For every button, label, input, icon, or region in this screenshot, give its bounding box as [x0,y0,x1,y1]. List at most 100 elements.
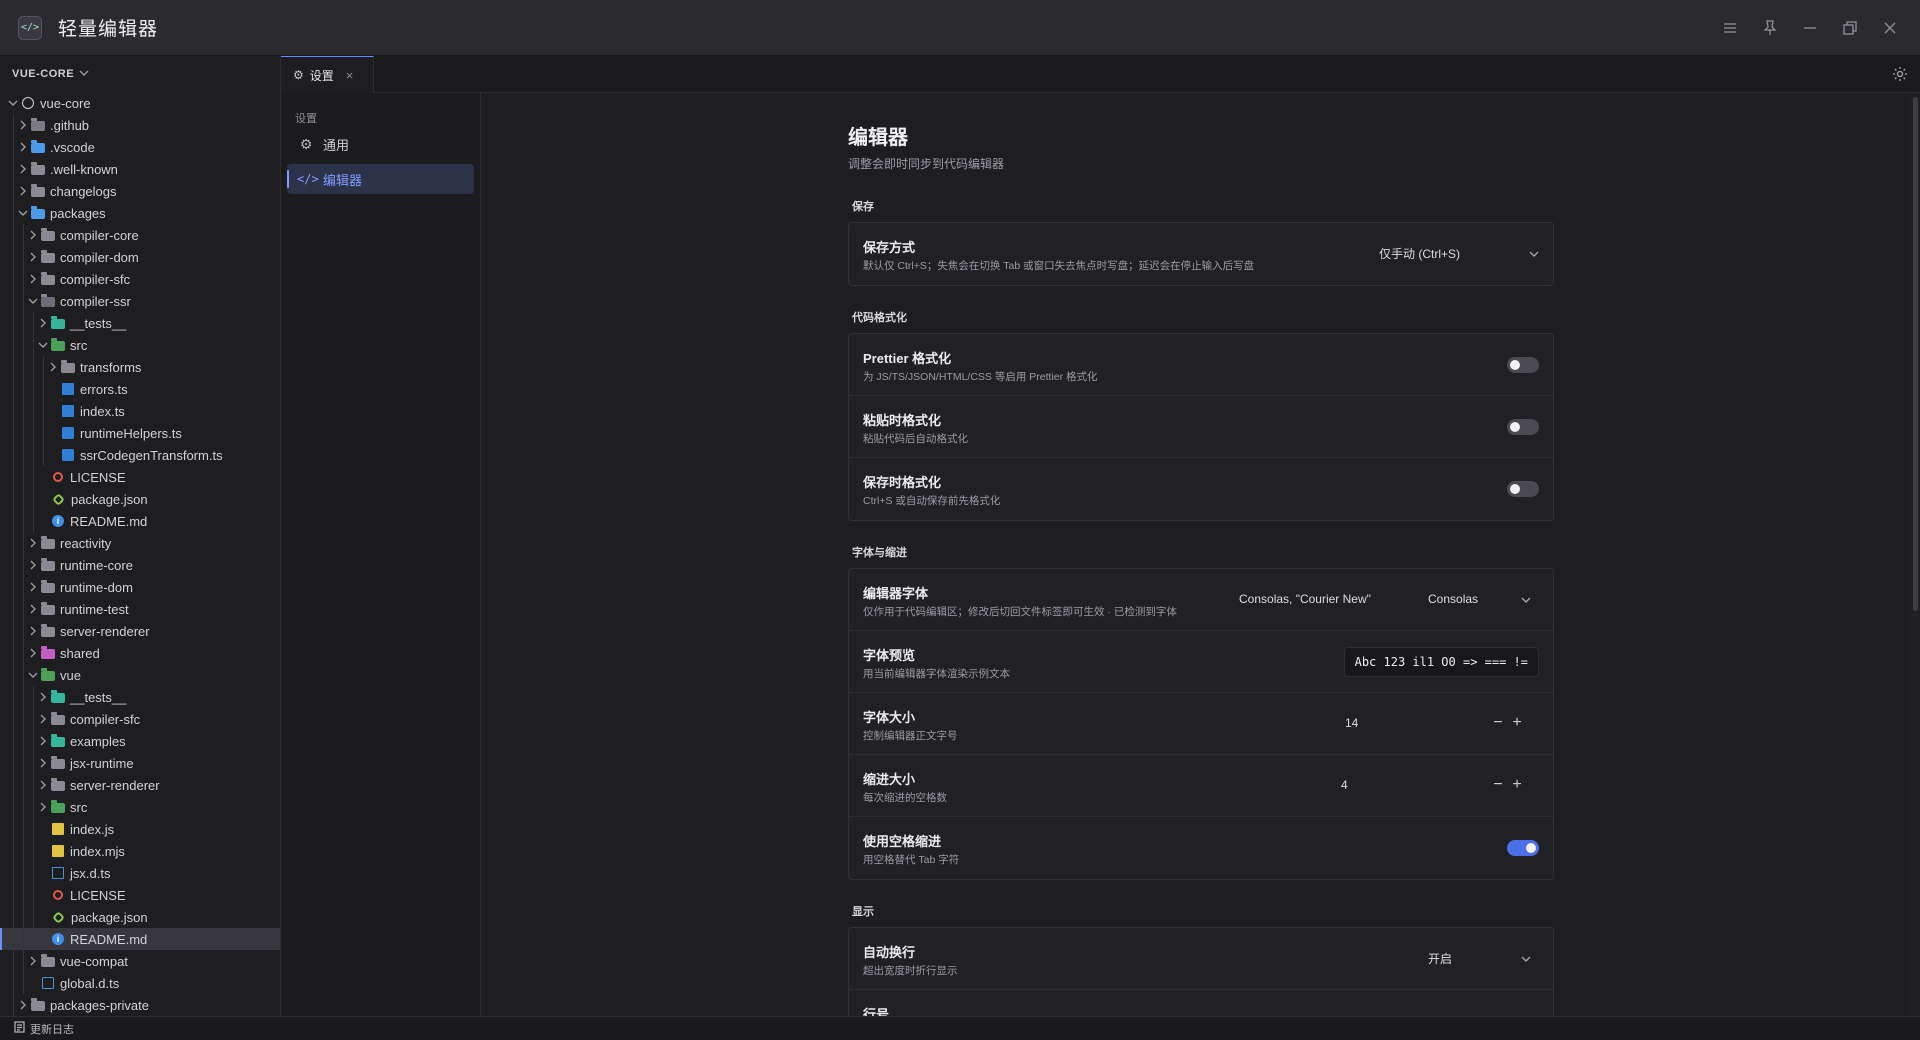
menu-icon[interactable] [1710,10,1750,46]
chevron-right-icon[interactable] [17,999,29,1011]
chevron-right-icon[interactable] [17,119,29,131]
tree-folder[interactable]: runtime-dom [0,576,280,598]
changelog-link[interactable]: 更新日志 [30,1021,74,1037]
tree-folder[interactable]: compiler-ssr [0,290,280,312]
chevron-right-icon[interactable] [17,163,29,175]
tree-folder[interactable]: vue [0,664,280,686]
chevron-right-icon[interactable] [27,251,39,263]
chevron-right-icon[interactable] [37,757,49,769]
chevron-down-icon[interactable] [27,295,39,307]
tree-folder[interactable]: changelogs [0,180,280,202]
tree-file[interactable]: jsx.d.ts [0,862,280,884]
chevron-right-icon[interactable] [47,361,59,373]
chevron-right-icon[interactable] [37,735,49,747]
tree-folder[interactable]: reactivity [0,532,280,554]
tree-folder[interactable]: server-renderer [0,774,280,796]
tree-file[interactable]: LICENSE [0,466,280,488]
tree-folder[interactable]: __tests__ [0,686,280,708]
tree-folder[interactable]: runtime-test [0,598,280,620]
font-preset-select[interactable]: Consolas [1428,584,1541,614]
font-size-decrement-button[interactable]: − [1489,713,1507,733]
save-mode-select[interactable]: 仅手动 (Ctrl+S) [1379,238,1549,268]
tree-file[interactable]: global.d.ts [0,972,280,994]
restore-icon[interactable] [1830,10,1870,46]
tree-folder[interactable]: .well-known [0,158,280,180]
indent-size-increment-button[interactable]: + [1508,775,1526,795]
tree-file[interactable]: errors.ts [0,378,280,400]
close-icon[interactable]: × [346,68,354,83]
scrollbar-thumb[interactable] [1913,97,1918,611]
chevron-right-icon[interactable] [27,647,39,659]
tree-file[interactable]: i README.md [0,928,280,950]
prettier-toggle[interactable] [1507,357,1539,373]
chevron-right-icon[interactable] [27,559,39,571]
tree-file[interactable]: ssrCodegenTransform.ts [0,444,280,466]
tree-file[interactable]: index.js [0,818,280,840]
chevron-right-icon[interactable] [37,691,49,703]
tree-folder[interactable]: packages [0,202,280,224]
tab-settings[interactable]: ⚙ 设置 × [281,56,374,93]
tree-folder[interactable]: vue-core [0,92,280,114]
tree-file[interactable]: index.ts [0,400,280,422]
font-size-increment-button[interactable]: + [1508,713,1526,733]
chevron-down-icon[interactable] [17,207,29,219]
explorer-header[interactable]: VUE-CORE [0,56,280,92]
tree-folder[interactable]: src [0,796,280,818]
use-spaces-toggle[interactable] [1507,840,1539,856]
tree-file[interactable]: i README.md [0,510,280,532]
indent-size-input[interactable]: 4 [1331,770,1471,800]
font-size-input[interactable]: 14 [1335,708,1475,738]
chevron-right-icon[interactable] [17,141,29,153]
tree-file[interactable]: LICENSE [0,884,280,906]
tree-file[interactable]: package.json [0,488,280,510]
chevron-right-icon[interactable] [37,779,49,791]
chevron-right-icon[interactable] [37,317,49,329]
tree-folder[interactable]: transforms [0,356,280,378]
tree-folder[interactable]: server-renderer [0,620,280,642]
minimize-icon[interactable] [1790,10,1830,46]
font-family-input[interactable]: Consolas, "Courier New" [1229,584,1389,614]
indent-size-decrement-button[interactable]: − [1489,775,1507,795]
chevron-right-icon[interactable] [27,273,39,285]
chevron-right-icon[interactable] [27,581,39,593]
format-on-paste-toggle[interactable] [1507,419,1539,435]
scrollbar[interactable] [1910,93,1920,1016]
tree-folder[interactable]: src [0,334,280,356]
chevron-right-icon[interactable] [27,229,39,241]
nav-item-editor[interactable]: </> 编辑器 [287,164,474,194]
close-icon[interactable] [1870,10,1910,46]
tree-folder[interactable]: vue-compat [0,950,280,972]
chevron-down-icon[interactable] [27,669,39,681]
chevron-right-icon[interactable] [27,625,39,637]
chevron-right-icon[interactable] [27,603,39,615]
word-wrap-select[interactable]: 开启 [1428,943,1541,973]
chevron-down-icon[interactable] [7,97,19,109]
tree-folder[interactable]: runtime-core [0,554,280,576]
tree-file[interactable]: index.mjs [0,840,280,862]
tree-folder[interactable]: compiler-dom [0,246,280,268]
chevron-right-icon[interactable] [27,537,39,549]
chevron-right-icon[interactable] [27,955,39,967]
tree-folder[interactable]: shared [0,642,280,664]
chevron-down-icon[interactable] [37,339,49,351]
chevron-right-icon[interactable] [37,801,49,813]
folder-open-icon [31,205,45,219]
tree-file[interactable]: runtimeHelpers.ts [0,422,280,444]
tree-folder[interactable]: __tests__ [0,312,280,334]
tree-folder[interactable]: packages-private [0,994,280,1016]
chevron-right-icon[interactable] [17,185,29,197]
tree-file[interactable]: package.json [0,906,280,928]
tree-folder[interactable]: compiler-sfc [0,268,280,290]
tree-folder[interactable]: compiler-sfc [0,708,280,730]
nav-item-general[interactable]: ⚙ 通用 [287,129,474,159]
gear-icon[interactable] [1892,66,1908,85]
format-on-save-toggle[interactable] [1507,481,1539,497]
tree-folder[interactable]: jsx-runtime [0,752,280,774]
tree-folder[interactable]: .vscode [0,136,280,158]
chevron-right-icon[interactable] [37,713,49,725]
tree-folder[interactable]: compiler-core [0,224,280,246]
folder-icon [41,953,55,967]
tree-folder[interactable]: .github [0,114,280,136]
pin-icon[interactable] [1750,10,1790,46]
tree-folder[interactable]: examples [0,730,280,752]
